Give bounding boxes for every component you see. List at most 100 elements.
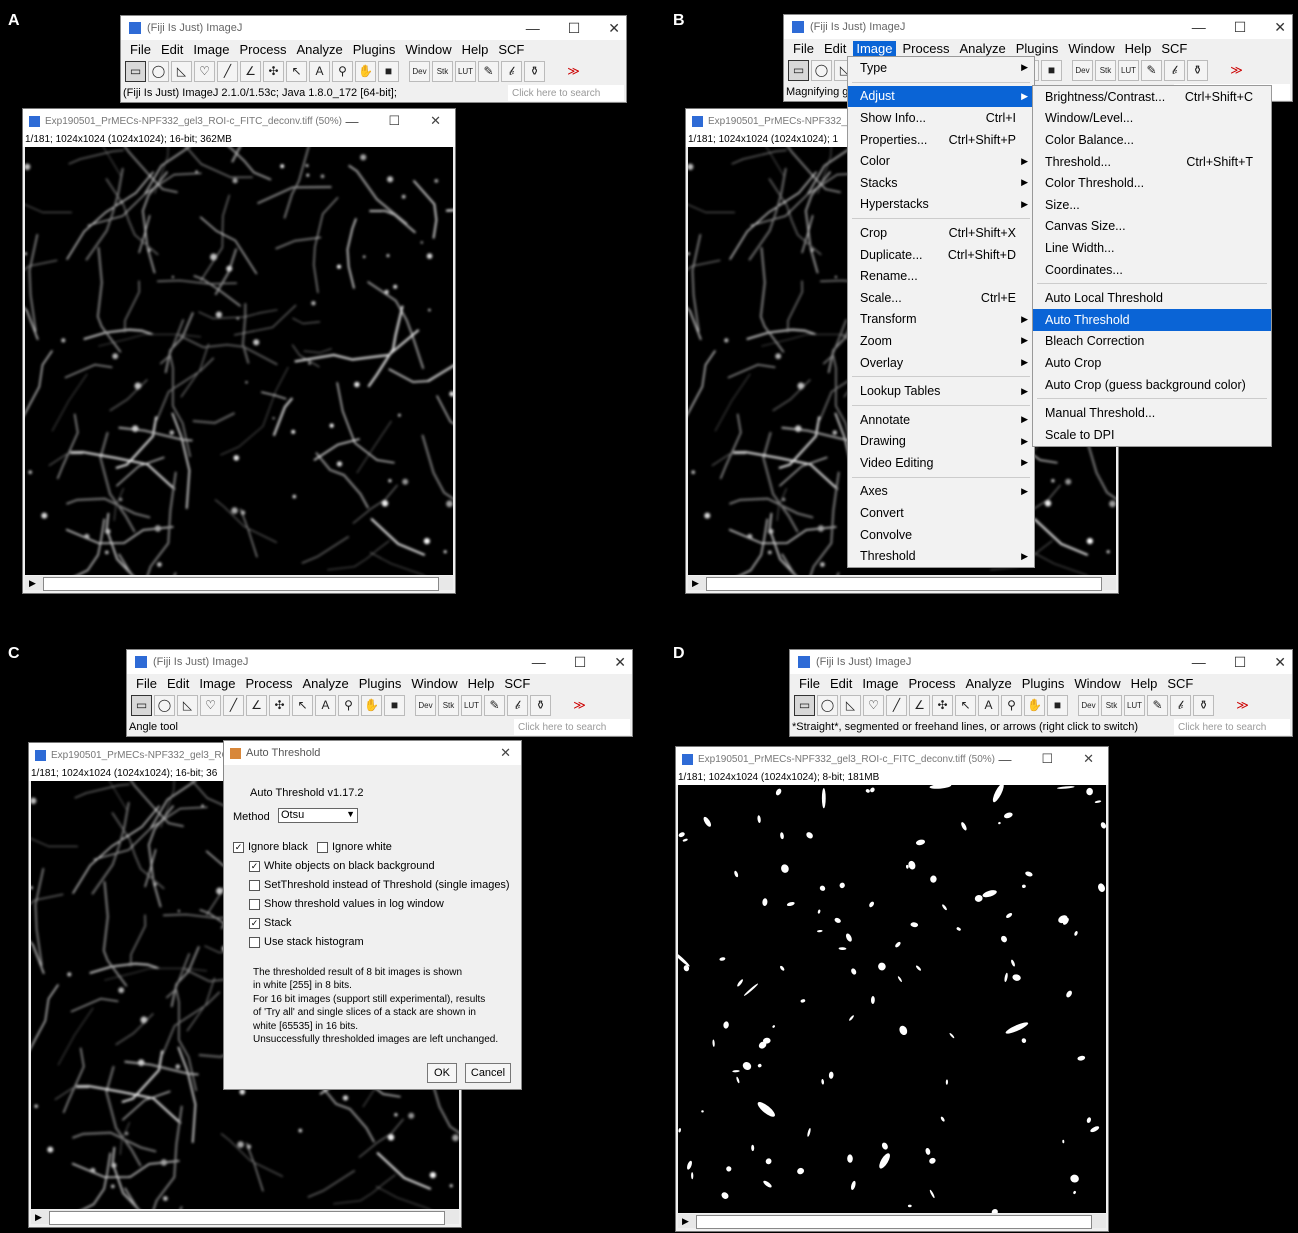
- menu-analyze[interactable]: Analyze: [302, 676, 348, 691]
- white-objects-row[interactable]: ✓ White objects on black background: [249, 860, 435, 872]
- polygon-tool-icon[interactable]: ◺: [177, 694, 198, 716]
- menu-process[interactable]: Process: [240, 42, 287, 57]
- menu-item-line-width[interactable]: Line Width...: [1033, 237, 1271, 259]
- image-canvas[interactable]: [678, 785, 1106, 1213]
- slider-track[interactable]: [49, 1211, 445, 1225]
- menu-item-axes[interactable]: Axes ▶: [848, 481, 1034, 503]
- brush-icon[interactable]: 𝒷: [501, 60, 522, 82]
- image-window-titlebar[interactable]: Exp190501_PrMECs-NPF332_gel3_ROI-c_FITC_…: [23, 109, 455, 133]
- menu-item-zoom[interactable]: Zoom ▶: [848, 330, 1034, 352]
- oval-tool-icon[interactable]: ◯: [148, 60, 169, 82]
- wand-tool-icon[interactable]: ↖: [292, 694, 313, 716]
- wand-tool-icon[interactable]: ↖: [286, 60, 307, 82]
- brush-icon[interactable]: 𝒷: [1170, 694, 1191, 716]
- menu-window[interactable]: Window: [411, 676, 457, 691]
- menu-help[interactable]: Help: [462, 42, 489, 57]
- wand-tool-icon[interactable]: ↖: [955, 694, 976, 716]
- angle-tool-icon[interactable]: ∠: [240, 60, 261, 82]
- menu-file[interactable]: File: [136, 676, 157, 691]
- menu-item-auto-crop-guess-background-color[interactable]: Auto Crop (guess background color): [1033, 374, 1271, 396]
- menu-process[interactable]: Process: [903, 41, 950, 56]
- maximize-button[interactable]: ☐: [388, 113, 400, 129]
- image-window-a[interactable]: Exp190501_PrMECs-NPF332_gel3_ROI-c_FITC_…: [22, 108, 456, 594]
- magnifier-tool-icon[interactable]: ⚲: [1001, 694, 1022, 716]
- color-picker-icon[interactable]: ■: [378, 60, 399, 82]
- search-input[interactable]: Click here to search: [1174, 719, 1290, 735]
- rectangle-tool-icon[interactable]: ▭: [125, 60, 146, 82]
- play-icon[interactable]: ▶: [35, 1212, 42, 1223]
- close-icon[interactable]: ✕: [500, 745, 511, 761]
- menu-item-color-balance[interactable]: Color Balance...: [1033, 129, 1271, 151]
- cancel-button[interactable]: Cancel: [465, 1063, 511, 1083]
- menu-file[interactable]: File: [799, 676, 820, 691]
- freehand-tool-icon[interactable]: ♡: [194, 60, 215, 82]
- menu-analyze[interactable]: Analyze: [965, 676, 1011, 691]
- menu-help[interactable]: Help: [1125, 41, 1152, 56]
- use-stack-hist-checkbox[interactable]: [249, 936, 260, 948]
- menu-item-size[interactable]: Size...: [1033, 194, 1271, 216]
- oval-tool-icon[interactable]: ◯: [154, 694, 175, 716]
- text-tool-icon[interactable]: A: [309, 60, 330, 82]
- menu-process[interactable]: Process: [246, 676, 293, 691]
- menu-item-bleach-correction[interactable]: Bleach Correction: [1033, 331, 1271, 353]
- close-button[interactable]: ✕: [430, 113, 441, 129]
- polygon-tool-icon[interactable]: ◺: [171, 60, 192, 82]
- menu-scf[interactable]: SCF: [1167, 676, 1193, 691]
- menu-edit[interactable]: Edit: [167, 676, 189, 691]
- line-tool-icon[interactable]: ╱: [217, 60, 238, 82]
- dev-icon[interactable]: Dev: [1078, 694, 1099, 716]
- fiji-titlebar[interactable]: (Fiji Is Just) ImageJ — ☐ ✕: [121, 16, 626, 40]
- slider-track[interactable]: [706, 577, 1102, 591]
- stack-checkbox[interactable]: ✓: [249, 917, 260, 929]
- color-picker-icon[interactable]: ■: [1041, 59, 1062, 81]
- magnifier-tool-icon[interactable]: ⚲: [338, 694, 359, 716]
- menu-analyze[interactable]: Analyze: [959, 41, 1005, 56]
- brush-icon[interactable]: 𝒷: [507, 694, 528, 716]
- more-tools-icon[interactable]: ≫: [1232, 695, 1253, 716]
- menu-edit[interactable]: Edit: [161, 42, 183, 57]
- menu-file[interactable]: File: [130, 42, 151, 57]
- menu-item-drawing[interactable]: Drawing ▶: [848, 431, 1034, 453]
- menu-item-type[interactable]: Type ▶: [848, 57, 1034, 79]
- freehand-tool-icon[interactable]: ♡: [200, 694, 221, 716]
- minimize-button[interactable]: —: [532, 654, 546, 670]
- stk-icon[interactable]: Stk: [1101, 694, 1122, 716]
- menu-item-auto-threshold[interactable]: Auto Threshold: [1033, 308, 1271, 331]
- menu-scf[interactable]: SCF: [1161, 41, 1187, 56]
- freehand-tool-icon[interactable]: ♡: [863, 694, 884, 716]
- more-tools-icon[interactable]: ≫: [563, 61, 584, 82]
- slider-track[interactable]: [43, 577, 439, 591]
- menu-item-auto-local-threshold[interactable]: Auto Local Threshold: [1033, 287, 1271, 309]
- menu-item-window-level[interactable]: Window/Level...: [1033, 108, 1271, 130]
- menu-image[interactable]: Image: [853, 40, 896, 56]
- close-button[interactable]: ✕: [1274, 654, 1286, 671]
- show-values-checkbox[interactable]: [249, 898, 260, 910]
- minimize-button[interactable]: —: [1192, 19, 1206, 35]
- menu-item-scale-to-dpi[interactable]: Scale to DPI: [1033, 424, 1271, 446]
- minimize-button[interactable]: —: [345, 114, 358, 129]
- search-input[interactable]: Click here to search: [514, 719, 630, 735]
- menu-help[interactable]: Help: [1131, 676, 1158, 691]
- point-tool-icon[interactable]: ✣: [263, 60, 284, 82]
- color-picker-icon[interactable]: ■: [1047, 694, 1068, 716]
- slider-track[interactable]: [696, 1215, 1092, 1229]
- stack-slider[interactable]: ▶: [31, 1210, 459, 1225]
- angle-tool-icon[interactable]: ∠: [246, 694, 267, 716]
- fiji-titlebar[interactable]: (Fiji Is Just) ImageJ — ☐ ✕: [784, 15, 1292, 39]
- menu-item-transform[interactable]: Transform ▶: [848, 309, 1034, 331]
- close-button[interactable]: ✕: [608, 20, 620, 37]
- menu-item-adjust[interactable]: Adjust ▶: [848, 85, 1034, 108]
- more-tools-icon[interactable]: ≫: [1226, 60, 1247, 81]
- magnifier-tool-icon[interactable]: ⚲: [332, 60, 353, 82]
- flood-fill-icon[interactable]: ⚱: [530, 694, 551, 716]
- pencil-icon[interactable]: ✎: [484, 694, 505, 716]
- point-tool-icon[interactable]: ✣: [932, 694, 953, 716]
- minimize-button[interactable]: —: [1192, 654, 1206, 670]
- lut-icon[interactable]: LUT: [461, 694, 482, 716]
- menu-item-properties[interactable]: Properties... Ctrl+Shift+P: [848, 129, 1034, 151]
- more-tools-icon[interactable]: ≫: [569, 695, 590, 716]
- rectangle-tool-icon[interactable]: ▭: [131, 694, 152, 716]
- menu-item-annotate[interactable]: Annotate ▶: [848, 409, 1034, 431]
- maximize-button[interactable]: ☐: [1041, 751, 1053, 767]
- menu-item-coordinates[interactable]: Coordinates...: [1033, 259, 1271, 281]
